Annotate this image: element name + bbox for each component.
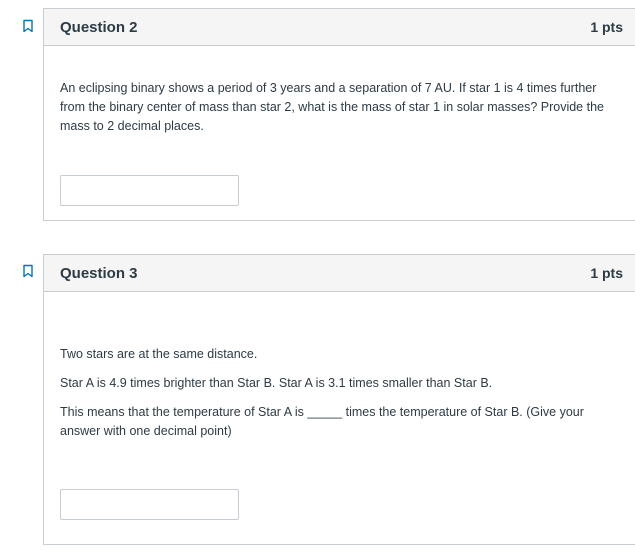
question-3-line-3-before: This means that the temperature of Star … bbox=[60, 405, 304, 419]
question-3-card: Question 3 1 pts Two stars are at the sa… bbox=[43, 254, 635, 545]
quiz-page: Question 2 1 pts An eclipsing binary sho… bbox=[0, 0, 635, 551]
question-3-answer-input[interactable] bbox=[60, 489, 239, 520]
question-3-text: Two stars are at the same distance. Star… bbox=[60, 292, 600, 441]
question-3-fill-blank: _____ bbox=[307, 405, 343, 419]
question-2-body: An eclipsing binary shows a period of 3 … bbox=[44, 46, 635, 206]
bookmark-outline-icon[interactable] bbox=[21, 264, 35, 278]
question-3-title: Question 3 bbox=[60, 264, 138, 282]
question-3-line-2: Star A is 4.9 times brighter than Star B… bbox=[60, 376, 493, 390]
question-2-answer-input[interactable] bbox=[60, 175, 239, 206]
question-3-line-3: This means that the temperature of Star … bbox=[60, 403, 600, 441]
question-2-text: An eclipsing binary shows a period of 3 … bbox=[60, 46, 612, 136]
question-2-prompt: An eclipsing binary shows a period of 3 … bbox=[60, 81, 604, 133]
question-3-line-1: Two stars are at the same distance. bbox=[60, 347, 258, 361]
question-3-points: 1 pts bbox=[590, 265, 623, 281]
question-2-header: Question 2 1 pts bbox=[44, 9, 635, 46]
bookmark-outline-icon[interactable] bbox=[21, 19, 35, 33]
question-3-body: Two stars are at the same distance. Star… bbox=[44, 292, 635, 520]
question-2-title: Question 2 bbox=[60, 18, 138, 36]
question-3-header: Question 3 1 pts bbox=[44, 255, 635, 292]
question-2-points: 1 pts bbox=[590, 19, 623, 35]
question-2-card: Question 2 1 pts An eclipsing binary sho… bbox=[43, 8, 635, 221]
